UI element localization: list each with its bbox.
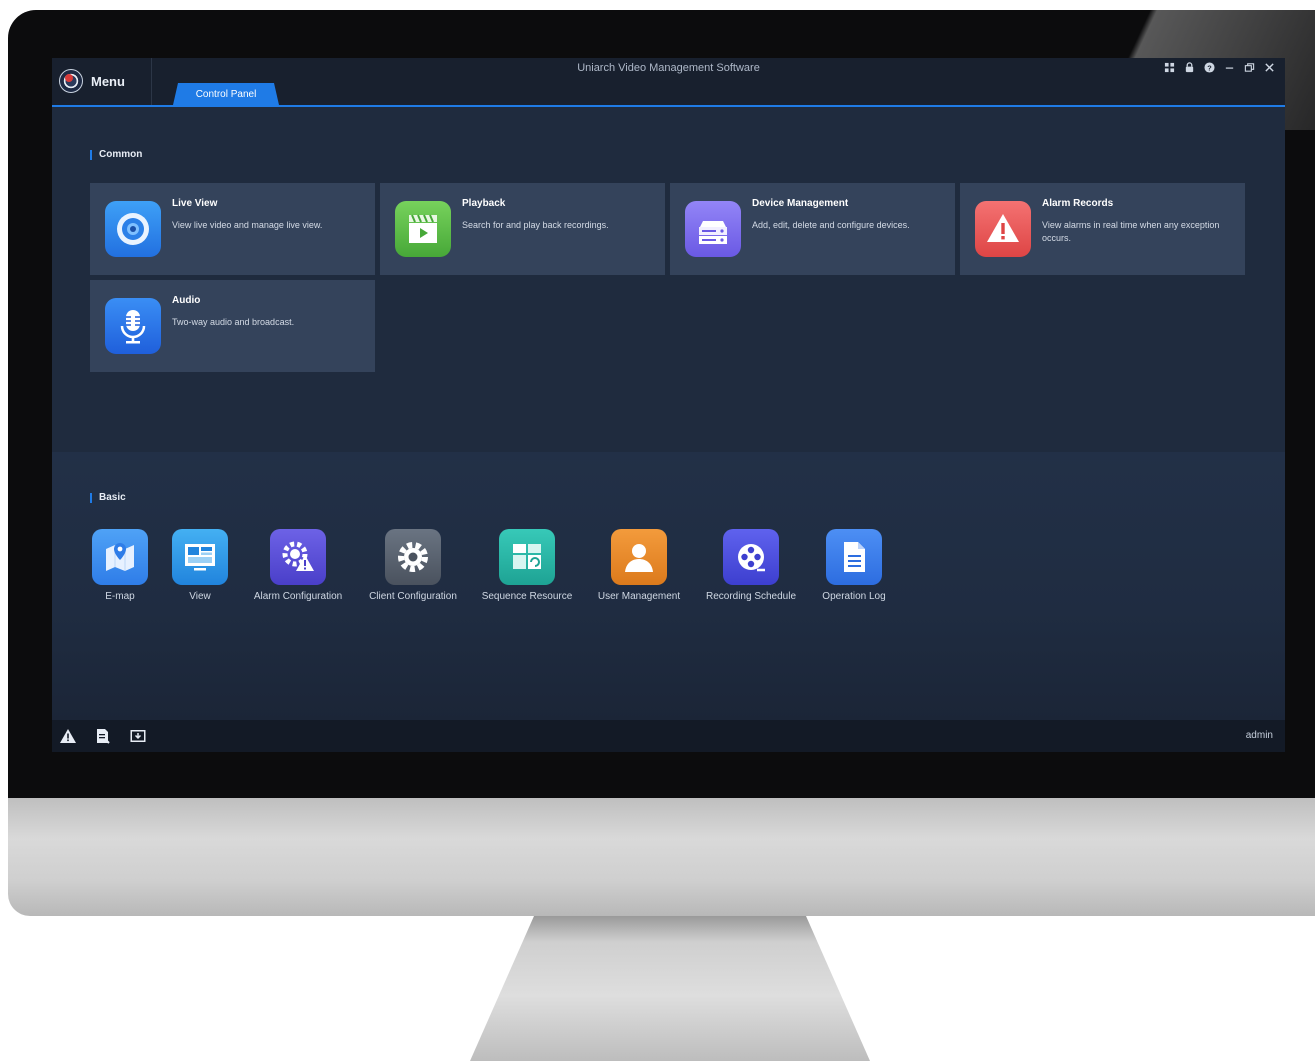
- tile-label: Alarm Configuration: [253, 591, 343, 602]
- card-title: Alarm Records: [1042, 198, 1114, 209]
- card-title: Audio: [172, 295, 201, 306]
- client-configuration-icon: [385, 529, 441, 585]
- layout-icon[interactable]: [1163, 61, 1175, 73]
- monitor-chin: [8, 798, 1315, 916]
- card-title: Live View: [172, 198, 218, 209]
- tile-label: Recording Schedule: [705, 591, 797, 602]
- card-device-management[interactable]: Device Management Add, edit, delete and …: [670, 183, 955, 275]
- card-audio[interactable]: Audio Two-way audio and broadcast.: [90, 280, 375, 372]
- close-icon[interactable]: [1263, 61, 1275, 73]
- app-window: Menu Uniarch Video Management Software C…: [52, 58, 1285, 752]
- tile-label: User Management: [597, 591, 681, 602]
- tile-client-configuration[interactable]: Client Configuration: [358, 529, 468, 602]
- restore-icon[interactable]: [1243, 61, 1255, 73]
- card-description: View live video and manage live view.: [172, 220, 323, 230]
- tile-user-management[interactable]: User Management: [584, 529, 694, 602]
- section-title-common: Common: [90, 150, 142, 160]
- tile-alarm-configuration[interactable]: Alarm Configuration: [243, 529, 353, 602]
- help-icon[interactable]: ?: [1203, 61, 1215, 73]
- menu-label: Menu: [91, 73, 125, 89]
- user-management-icon: [611, 529, 667, 585]
- live-view-icon: [105, 201, 161, 257]
- emap-icon: [92, 529, 148, 585]
- tile-label: Operation Log: [822, 591, 886, 602]
- audio-icon: [105, 298, 161, 354]
- alarm-icon[interactable]: [59, 728, 77, 744]
- section-title-basic: Basic: [90, 493, 126, 503]
- tile-label: Sequence Resource: [481, 591, 573, 602]
- card-title: Device Management: [752, 198, 849, 209]
- tile-sequence-resource[interactable]: Sequence Resource: [472, 529, 582, 602]
- alarm-configuration-icon: [270, 529, 326, 585]
- card-description: Two-way audio and broadcast.: [172, 317, 295, 327]
- download-icon[interactable]: [129, 728, 147, 744]
- sequence-resource-icon: [499, 529, 555, 585]
- card-playback[interactable]: Playback Search for and play back record…: [380, 183, 665, 275]
- alarm-records-icon: [975, 201, 1031, 257]
- svg-text:?: ?: [1207, 63, 1212, 72]
- app-title: Uniarch Video Management Software: [577, 62, 760, 74]
- tile-label: Client Configuration: [369, 591, 457, 602]
- control-panel: Common Live View View live video and man…: [52, 107, 1285, 720]
- title-bar: Menu Uniarch Video Management Software C…: [52, 58, 1285, 107]
- card-alarm-records[interactable]: Alarm Records View alarms in real time w…: [960, 183, 1245, 275]
- card-live-view[interactable]: Live View View live video and manage liv…: [90, 183, 375, 275]
- window-controls: ?: [1163, 61, 1275, 73]
- tile-recording-schedule[interactable]: Recording Schedule: [696, 529, 806, 602]
- playback-icon: [395, 201, 451, 257]
- lock-icon[interactable]: [1183, 61, 1195, 73]
- card-description: Search for and play back recordings.: [462, 220, 609, 230]
- card-title: Playback: [462, 198, 506, 209]
- log-icon[interactable]: [94, 728, 112, 744]
- tile-operation-log[interactable]: Operation Log: [799, 529, 909, 602]
- tab-control-panel[interactable]: Control Panel: [173, 83, 279, 105]
- card-description: View alarms in real time when any except…: [1042, 220, 1220, 243]
- view-icon: [172, 529, 228, 585]
- current-user[interactable]: admin: [1246, 730, 1273, 741]
- card-description: Add, edit, delete and configure devices.: [752, 220, 910, 230]
- minimize-icon[interactable]: [1223, 61, 1235, 73]
- monitor-stand: [470, 916, 870, 1061]
- device-management-icon: [685, 201, 741, 257]
- recording-schedule-icon: [723, 529, 779, 585]
- tile-label: View: [189, 591, 211, 602]
- status-bar: admin: [52, 720, 1285, 752]
- operation-log-icon: [826, 529, 882, 585]
- common-section: Common Live View View live video and man…: [52, 107, 1285, 452]
- tile-view[interactable]: View: [145, 529, 255, 602]
